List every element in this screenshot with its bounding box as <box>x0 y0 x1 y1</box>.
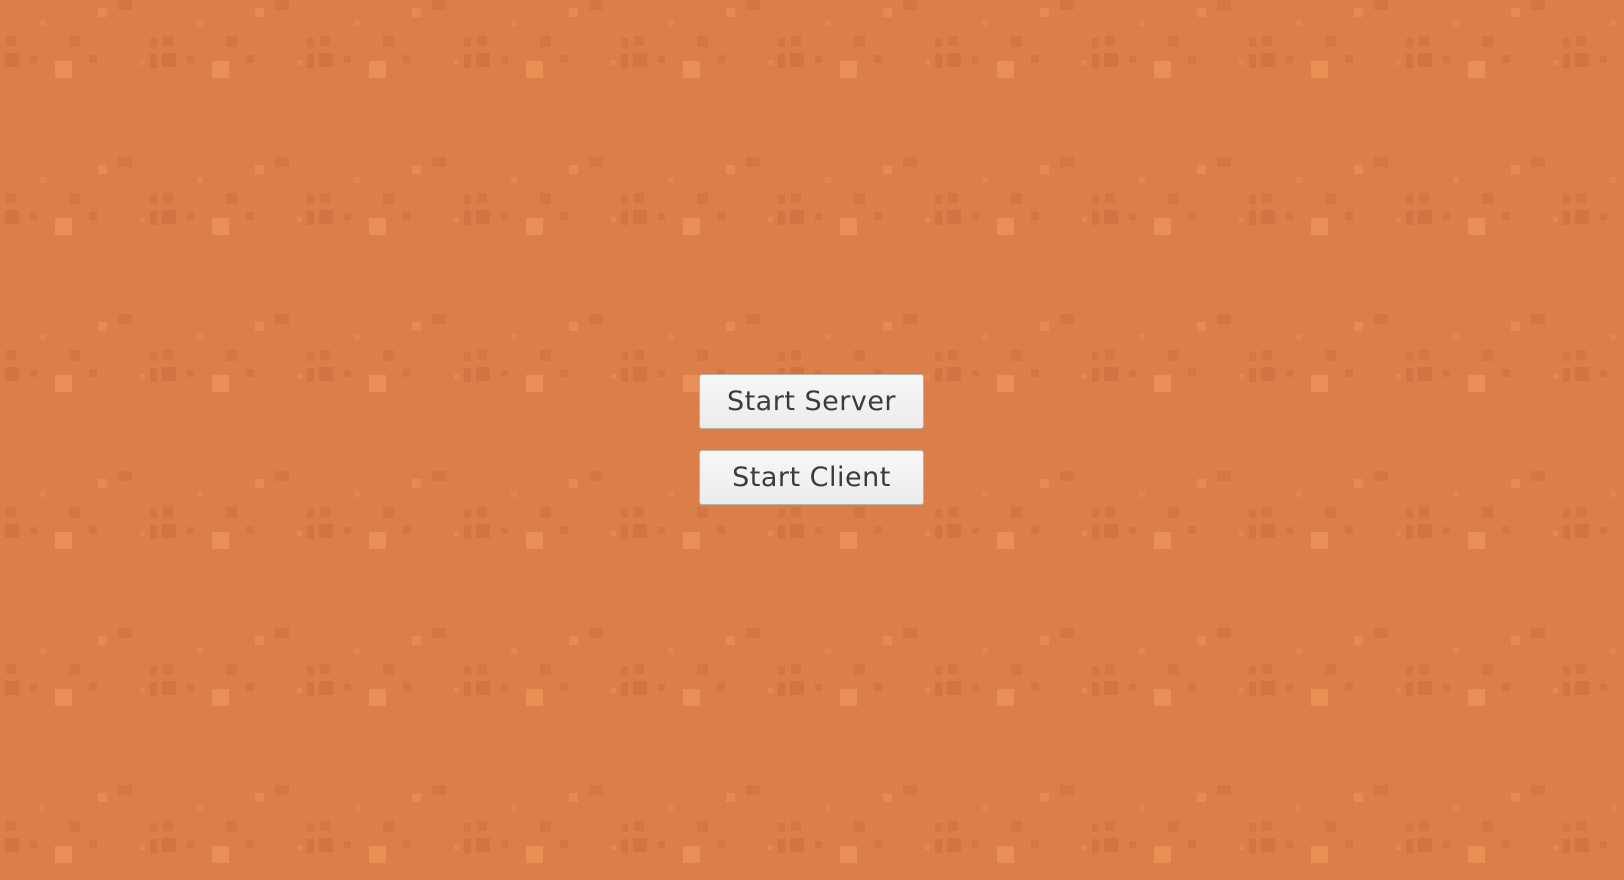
start-server-button[interactable]: Start Server <box>699 374 924 429</box>
start-client-button[interactable]: Start Client <box>699 450 924 505</box>
main-menu: Start Server Start Client <box>699 374 924 526</box>
